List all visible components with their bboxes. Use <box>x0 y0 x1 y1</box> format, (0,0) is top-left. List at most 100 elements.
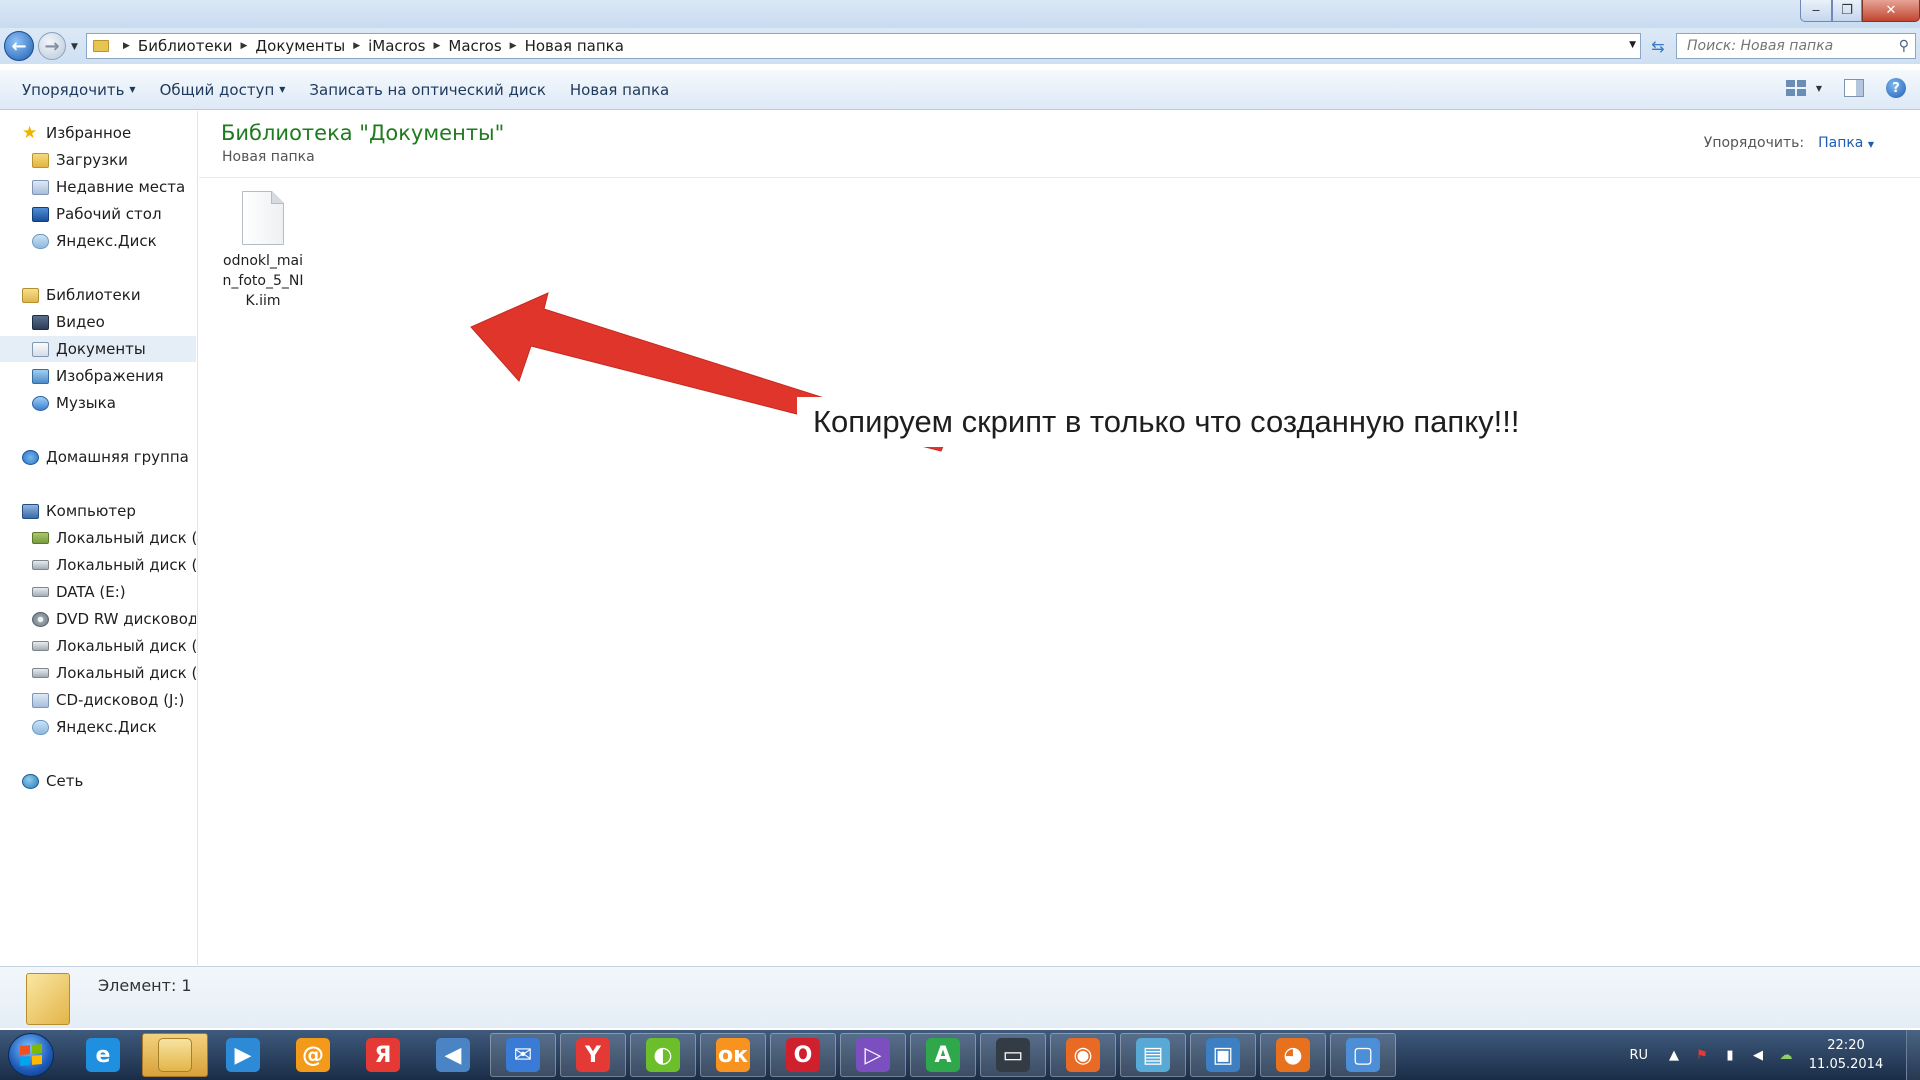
nav-downloads[interactable]: Загрузки <box>0 147 196 173</box>
taskbar-notes-button[interactable]: ▤ <box>1120 1033 1186 1077</box>
chevron-right-icon[interactable]: ▶ <box>510 41 517 51</box>
nav-label: Домашняя группа <box>46 448 189 466</box>
organize-button[interactable]: Упорядочить ▼ <box>10 70 148 110</box>
taskbar-yandex-button[interactable]: Я <box>350 1033 416 1077</box>
nav-yandex-disk-2[interactable]: Яндекс.Диск <box>0 714 196 740</box>
nav-music[interactable]: Музыка <box>0 390 196 416</box>
taskbar-odnoklassniki-button[interactable]: ок <box>700 1033 766 1077</box>
hard-disk-icon <box>32 641 49 651</box>
taskbar-apple-app-button[interactable]: ◐ <box>630 1033 696 1077</box>
taskbar-a-app-button[interactable]: A <box>910 1033 976 1077</box>
nav-disk-i[interactable]: Локальный диск (I:) <box>0 660 196 686</box>
chevron-right-icon[interactable]: ▶ <box>434 41 441 51</box>
maximize-button[interactable]: ❐ <box>1832 0 1862 22</box>
taskbar-mail-button[interactable]: ✉ <box>490 1033 556 1077</box>
breadcrumb-documents[interactable]: Документы <box>255 37 345 55</box>
taskbar-photos-button[interactable]: ▣ <box>1190 1033 1256 1077</box>
chevron-right-icon[interactable]: ▶ <box>123 41 130 51</box>
nav-desktop[interactable]: Рабочий стол <box>0 201 196 227</box>
start-button[interactable] <box>8 1033 54 1077</box>
breadcrumb-new-folder[interactable]: Новая папка <box>525 37 624 55</box>
close-button[interactable]: ✕ <box>1862 0 1920 22</box>
network-signal-icon[interactable]: ▮ <box>1722 1047 1738 1063</box>
breadcrumb-macros[interactable]: Macros <box>448 37 501 55</box>
taskbar-visual-studio-button[interactable]: ▷ <box>840 1033 906 1077</box>
nav-video[interactable]: Видео <box>0 309 196 335</box>
nav-disk-d[interactable]: Локальный диск (D: <box>0 552 196 578</box>
yandex-disk-tray-icon[interactable]: ☁ <box>1778 1047 1794 1063</box>
nav-yandex-disk[interactable]: Яндекс.Диск <box>0 228 196 254</box>
back-button[interactable]: ← <box>4 31 34 61</box>
clock[interactable]: 22:20 11.05.2014 <box>1806 1036 1886 1074</box>
address-row: ← → ▼ ▶ Библиотеки ▶ Документы ▶ iMacros… <box>0 28 1920 64</box>
cd-drive-icon <box>32 692 49 708</box>
taskbar-media-button[interactable]: ▶ <box>210 1033 276 1077</box>
nav-computer[interactable]: Компьютер <box>0 498 196 524</box>
content-area: Библиотека "Документы" Новая папка Упоря… <box>199 111 1920 965</box>
desktop-icon <box>32 206 49 222</box>
folder-icon <box>26 973 70 1025</box>
odnoklassniki-icon: ок <box>716 1038 750 1072</box>
preview-pane-icon[interactable] <box>1844 79 1864 97</box>
taskbar-opera-button[interactable]: O <box>770 1033 836 1077</box>
nav-favorites[interactable]: ★ Избранное <box>0 120 196 146</box>
taskbar-mail-ru-button[interactable]: @ <box>280 1033 346 1077</box>
show-desktop-button[interactable] <box>1906 1030 1920 1080</box>
share-button[interactable]: Общий доступ ▼ <box>148 70 298 110</box>
taskbar-yandex-browser-button[interactable]: Y <box>560 1033 626 1077</box>
nav-homegroup[interactable]: Домашняя группа <box>0 444 196 470</box>
yandex-disk-icon <box>32 233 49 249</box>
taskbar-monitor-button[interactable]: ▢ <box>1330 1033 1396 1077</box>
nav-label: Библиотеки <box>46 286 141 304</box>
address-bar[interactable]: ▶ Библиотеки ▶ Документы ▶ iMacros ▶ Mac… <box>86 33 1641 59</box>
nav-disk-h[interactable]: Локальный диск (H: <box>0 633 196 659</box>
dvd-drive-icon <box>32 611 49 627</box>
nav-label: Яндекс.Диск <box>56 718 157 736</box>
taskbar-orange-app-button[interactable]: ◉ <box>1050 1033 1116 1077</box>
search-input[interactable] <box>1687 38 1887 54</box>
back-arrow-icon: ← <box>11 35 27 57</box>
nav-label: Компьютер <box>46 502 136 520</box>
search-icon[interactable]: ⚲ <box>1899 38 1909 54</box>
show-hidden-icons-icon[interactable]: ▲ <box>1666 1047 1682 1063</box>
breadcrumb-imacros[interactable]: iMacros <box>368 37 425 55</box>
taskbar-terminal-button[interactable]: ▭ <box>980 1033 1046 1077</box>
nav-recent-places[interactable]: Недавние места <box>0 174 196 200</box>
taskbar-ie-button[interactable]: e <box>70 1033 136 1077</box>
file-item[interactable]: odnokl_main_foto_5_NIK.iim <box>221 191 305 311</box>
nav-data-e[interactable]: DATA (E:) <box>0 579 196 605</box>
nav-documents[interactable]: Документы <box>0 336 196 362</box>
recent-places-icon <box>32 179 49 195</box>
nav-dvd[interactable]: DVD RW дисковод ( <box>0 606 196 632</box>
action-center-icon[interactable]: ⚑ <box>1694 1047 1710 1063</box>
forward-button[interactable]: → <box>38 32 66 60</box>
help-icon[interactable]: ? <box>1886 78 1906 98</box>
volume-icon[interactable]: ◀ <box>1750 1047 1766 1063</box>
taskbar-volume-button[interactable]: ◀ <box>420 1033 486 1077</box>
language-indicator[interactable]: RU <box>1629 1048 1648 1063</box>
share-label: Общий доступ <box>159 80 275 99</box>
chevron-right-icon[interactable]: ▶ <box>353 41 360 51</box>
taskbar-explorer-button[interactable] <box>142 1033 208 1077</box>
nav-cd-j[interactable]: CD-дисковод (J:) <box>0 687 196 713</box>
nav-disk-c[interactable]: Локальный диск (C: <box>0 525 196 551</box>
search-box[interactable]: ⚲ <box>1676 33 1916 59</box>
nav-libraries[interactable]: Библиотеки <box>0 282 196 308</box>
nav-label: Локальный диск (H: <box>56 637 196 655</box>
nav-network[interactable]: Сеть <box>0 768 196 794</box>
address-dropdown-icon[interactable]: ▼ <box>1629 40 1636 50</box>
mail-icon: ✉ <box>506 1038 540 1072</box>
chevron-right-icon[interactable]: ▶ <box>241 41 248 51</box>
breadcrumb-libraries[interactable]: Библиотеки <box>138 37 233 55</box>
new-folder-button[interactable]: Новая папка <box>558 70 681 110</box>
refresh-button[interactable]: ⇆ <box>1645 33 1671 59</box>
minimize-button[interactable]: ‒ <box>1800 0 1832 22</box>
history-dropdown-icon[interactable]: ▼ <box>71 42 78 52</box>
taskbar-firefox-button[interactable]: ◕ <box>1260 1033 1326 1077</box>
details-pane: Элемент: 1 <box>0 966 1920 1028</box>
nav-label: Видео <box>56 313 105 331</box>
arrange-dropdown[interactable]: Папка ▼ <box>1818 135 1874 151</box>
burn-button[interactable]: Записать на оптический диск <box>297 70 557 110</box>
nav-images[interactable]: Изображения <box>0 363 196 389</box>
change-view-button[interactable]: ▼ <box>1785 80 1822 96</box>
